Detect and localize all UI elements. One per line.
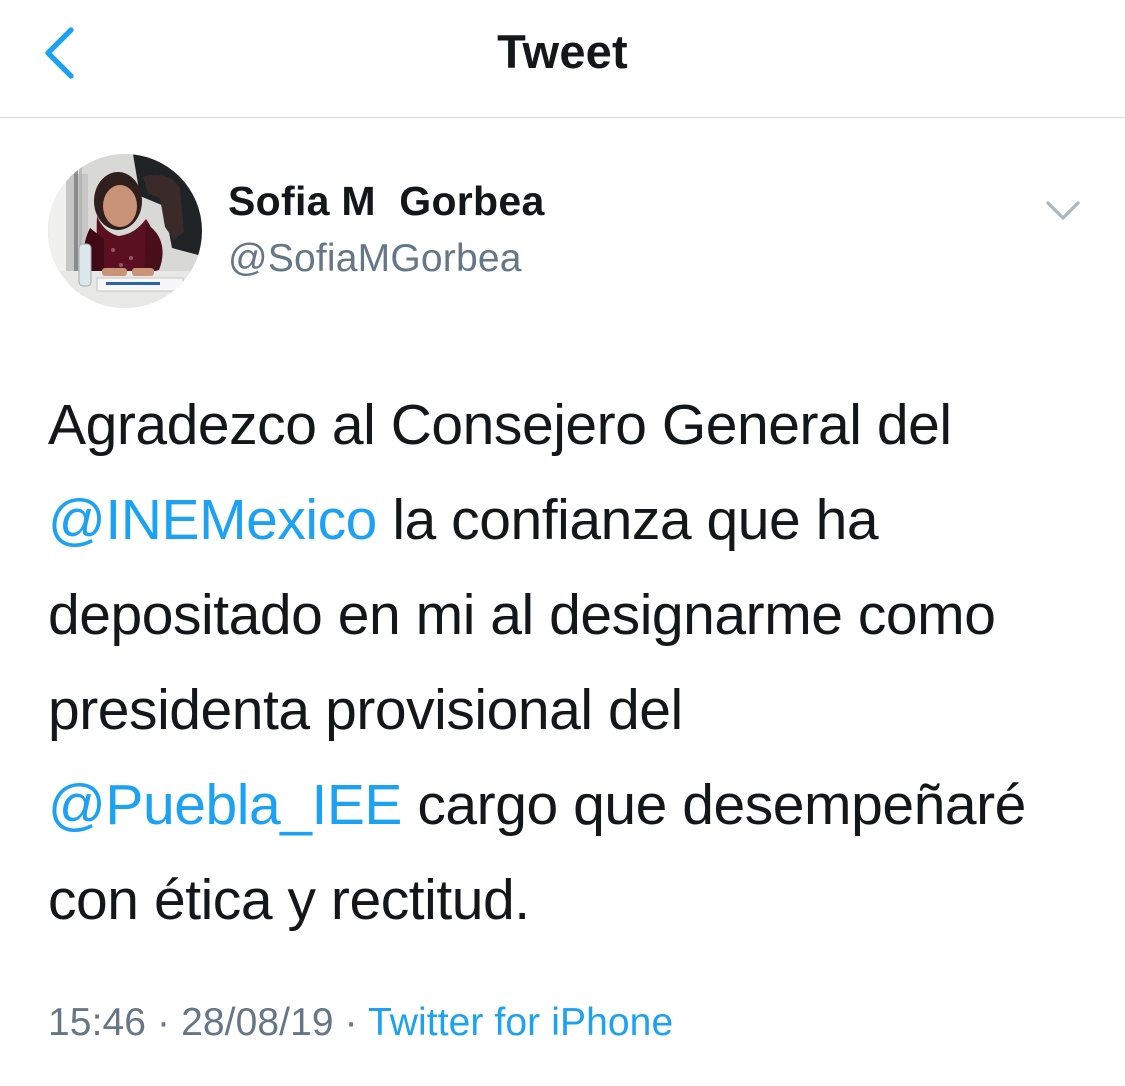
tweet-time: 15:46 xyxy=(48,1001,147,1044)
navigation-bar: Tweet xyxy=(0,0,1125,118)
tweet-line: depositado en mi al designarme como xyxy=(48,583,996,647)
tweet-menu-button[interactable] xyxy=(1043,194,1083,224)
author-name[interactable]: Sofia M Gorbea xyxy=(228,176,545,226)
tweet-line: @INEMexico la confianza que ha xyxy=(48,473,1098,568)
chevron-down-icon xyxy=(1046,201,1080,220)
tweet-author-header: Sofia M Gorbea @SofiaMGorbea xyxy=(0,118,1125,338)
tweet-line: Agradezco al Consejero General del xyxy=(48,393,952,457)
tweet-source-link[interactable]: Twitter for iPhone xyxy=(368,1001,673,1044)
mention-link[interactable]: @Puebla_IEE xyxy=(48,773,402,837)
tweet-line: @Puebla_IEE cargo que desempeñaré xyxy=(48,758,1098,853)
tweet-timestamp-source: 15:46 · 28/08/19 · Twitter for iPhone xyxy=(48,995,673,1051)
tweet-detail-screen: Tweet Sofia M Gorbea @SofiaMGorbea Agrad… xyxy=(0,0,1125,1086)
tweet-line-text: cargo que desempeñaré xyxy=(401,773,1026,837)
author-handle[interactable]: @SofiaMGorbea xyxy=(228,234,522,284)
mention-link[interactable]: @INEMexico xyxy=(48,488,377,552)
page-title: Tweet xyxy=(497,25,628,78)
tweet-text: Agradezco al Consejero General del @INEM… xyxy=(48,378,1098,948)
profile-photo xyxy=(48,154,202,308)
tweet-line: con ética y rectitud. xyxy=(48,868,530,932)
meta-separator: · xyxy=(333,1001,368,1044)
avatar[interactable] xyxy=(48,154,202,308)
tweet-line: presidenta provisional del xyxy=(48,678,683,742)
tweet-line-text: la confianza que ha xyxy=(376,488,879,552)
tweet-date: 28/08/19 xyxy=(181,1001,334,1044)
meta-separator: · xyxy=(146,1001,182,1044)
